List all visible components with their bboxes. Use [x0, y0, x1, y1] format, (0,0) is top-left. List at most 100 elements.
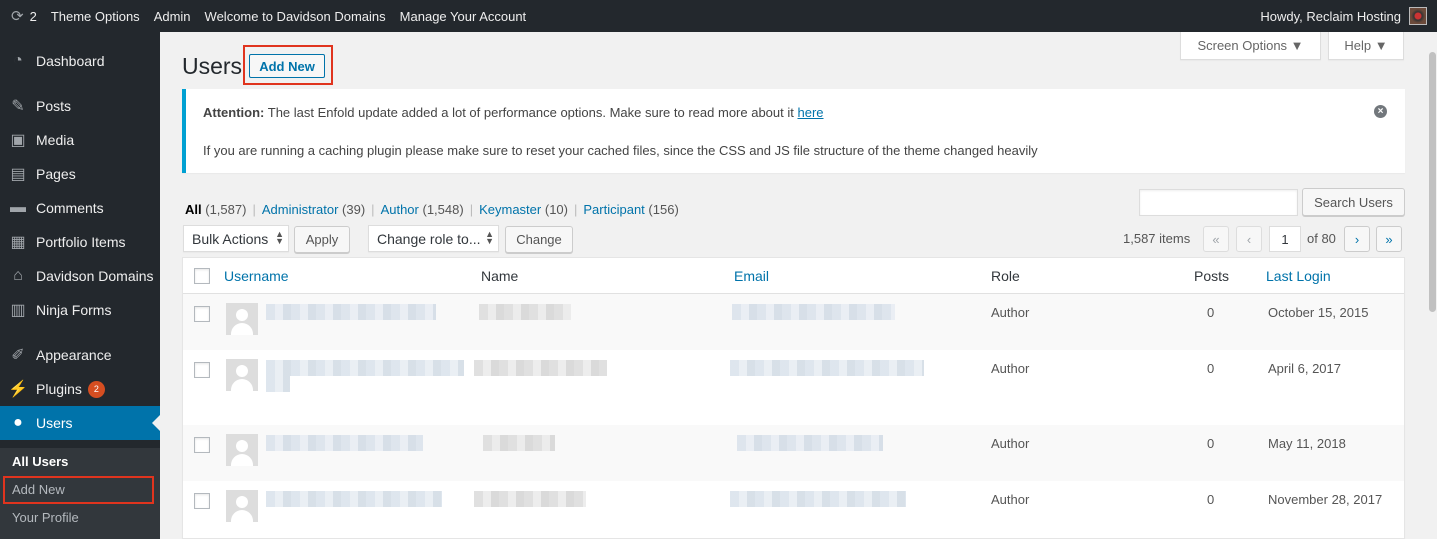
- column-username[interactable]: Username: [224, 268, 289, 284]
- row-posts: 0: [1207, 492, 1215, 507]
- forms-icon: ▥: [10, 302, 26, 319]
- username-blurred: [266, 376, 290, 392]
- comment-icon: ▬: [10, 199, 26, 216]
- scrollbar-thumb[interactable]: [1429, 52, 1436, 312]
- sidebar-item-comments[interactable]: ▬ Comments: [0, 191, 160, 225]
- search-users-button[interactable]: Search Users: [1302, 188, 1405, 216]
- user-search-input[interactable]: [1139, 189, 1298, 216]
- theme-options-link[interactable]: Theme Options: [44, 0, 147, 32]
- table-row: Author 0 October 15, 2015: [183, 294, 1404, 350]
- highlight-add-new-button: [243, 45, 333, 85]
- pin-icon: ✎: [11, 98, 25, 115]
- sidebar-item-dashboard[interactable]: ◔ Dashboard: [0, 44, 160, 78]
- select-arrows-icon: ▲ ▼: [275, 229, 284, 246]
- username-blurred: [266, 304, 436, 320]
- change-role-select[interactable]: Change role to... ▲ ▼: [368, 225, 499, 252]
- admin-link[interactable]: Admin: [147, 0, 198, 32]
- row-posts: 0: [1207, 436, 1215, 451]
- sync-icon: ⟳: [11, 8, 24, 25]
- plugin-icon: ⚡: [8, 381, 28, 398]
- email-blurred: [730, 360, 924, 376]
- admin-sidebar: ◔ Dashboard ✎ Posts ▣ Media ▤ Pages ▬ Comment…: [0, 32, 160, 539]
- column-role: Role: [991, 268, 1020, 284]
- row-last-login: October 15, 2015: [1268, 305, 1369, 320]
- sidebar-item-media[interactable]: ▣ Media: [0, 123, 160, 157]
- prev-page-button: ‹: [1236, 226, 1262, 252]
- row-role: Author: [991, 436, 1030, 451]
- current-page-input[interactable]: 1: [1269, 226, 1301, 252]
- filter-participant[interactable]: Participant: [583, 202, 644, 217]
- row-posts: 0: [1207, 305, 1215, 320]
- column-posts: Posts: [1194, 268, 1230, 284]
- sidebar-item-portfolio[interactable]: ▦ Portfolio Items: [0, 225, 160, 259]
- table-row: Author 0 April 6, 2017: [183, 350, 1404, 425]
- submenu-all-users[interactable]: All Users: [12, 454, 68, 469]
- filter-author[interactable]: Author: [381, 202, 419, 217]
- brush-icon: ✐: [11, 347, 25, 364]
- column-last-login[interactable]: Last Login: [1266, 268, 1331, 284]
- notice-line-1: Attention: The last Enfold update added …: [203, 105, 824, 120]
- user-avatar: [226, 303, 258, 335]
- name-blurred: [474, 491, 586, 507]
- name-blurred: [474, 360, 607, 376]
- home-icon: ⌂: [13, 267, 23, 284]
- table-header: Username Name Email Role Posts Last Logi…: [183, 258, 1404, 294]
- my-account-menu[interactable]: Howdy, Reclaim Hosting: [1260, 7, 1437, 25]
- bulk-actions-select[interactable]: Bulk Actions ▲ ▼: [183, 225, 289, 252]
- select-all-checkbox[interactable]: [194, 268, 210, 284]
- notice-here-link[interactable]: here: [797, 105, 823, 120]
- sidebar-item-davidson-domains[interactable]: ⌂ Davidson Domains: [0, 259, 160, 293]
- row-checkbox[interactable]: [194, 437, 210, 453]
- filter-all[interactable]: All: [185, 202, 202, 217]
- sidebar-item-posts[interactable]: ✎ Posts: [0, 89, 160, 123]
- first-page-button: «: [1203, 226, 1229, 252]
- media-icon: ▣: [10, 132, 26, 149]
- user-icon: ●: [13, 414, 23, 431]
- plugins-update-badge: 2: [87, 380, 105, 398]
- screen-options-button[interactable]: Screen Options ▼: [1180, 32, 1321, 60]
- help-button[interactable]: Help ▼: [1328, 32, 1404, 60]
- column-email[interactable]: Email: [734, 268, 769, 284]
- row-checkbox[interactable]: [194, 306, 210, 322]
- total-pages: of 80: [1307, 231, 1336, 246]
- next-page-button[interactable]: ›: [1344, 226, 1370, 252]
- row-role: Author: [991, 361, 1030, 376]
- dismiss-icon[interactable]: ×: [1374, 105, 1387, 118]
- filter-keymaster[interactable]: Keymaster: [479, 202, 541, 217]
- row-checkbox[interactable]: [194, 362, 210, 378]
- sidebar-item-pages[interactable]: ▤ Pages: [0, 157, 160, 191]
- howdy-greeting: Howdy, Reclaim Hosting: [1260, 8, 1401, 24]
- site-name-link[interactable]: Welcome to Davidson Domains: [198, 0, 393, 32]
- user-avatar: [226, 359, 258, 391]
- apply-button[interactable]: Apply: [294, 226, 350, 253]
- row-last-login: April 6, 2017: [1268, 361, 1341, 376]
- page-scrollbar[interactable]: [1427, 32, 1437, 539]
- sidebar-item-ninja-forms[interactable]: ▥ Ninja Forms: [0, 293, 160, 327]
- updates-menu[interactable]: ⟳ 2: [4, 0, 44, 32]
- row-last-login: May 11, 2018: [1268, 436, 1346, 451]
- row-role: Author: [991, 492, 1030, 507]
- dashboard-icon: ◔: [13, 52, 23, 69]
- role-filters: All (1,587) | Administrator (39) | Author (1…: [185, 202, 679, 217]
- sidebar-item-plugins[interactable]: ⚡ Plugins 2: [0, 372, 160, 406]
- submenu-your-profile[interactable]: Your Profile: [12, 510, 79, 525]
- updates-count: 2: [29, 8, 37, 24]
- email-blurred: [730, 491, 906, 507]
- admin-bar: ⟳ 2 Theme Options Admin Welcome to David…: [0, 0, 1437, 32]
- row-posts: 0: [1207, 361, 1215, 376]
- sidebar-item-appearance[interactable]: ✐ Appearance: [0, 338, 160, 372]
- name-blurred: [479, 304, 571, 320]
- table-row: Author 0 May 11, 2018: [183, 425, 1404, 481]
- name-blurred: [483, 435, 555, 451]
- row-role: Author: [991, 305, 1030, 320]
- last-page-button[interactable]: »: [1376, 226, 1402, 252]
- change-role-button[interactable]: Change: [505, 226, 573, 253]
- filter-administrator[interactable]: Administrator: [262, 202, 339, 217]
- row-checkbox[interactable]: [194, 493, 210, 509]
- manage-account-link[interactable]: Manage Your Account: [393, 0, 534, 32]
- user-avatar: [226, 434, 258, 466]
- select-arrows-icon: ▲ ▼: [485, 229, 494, 246]
- table-row: Author 0 November 28, 2017: [183, 481, 1404, 538]
- email-blurred: [737, 435, 883, 451]
- sidebar-item-users[interactable]: ● Users: [0, 406, 160, 440]
